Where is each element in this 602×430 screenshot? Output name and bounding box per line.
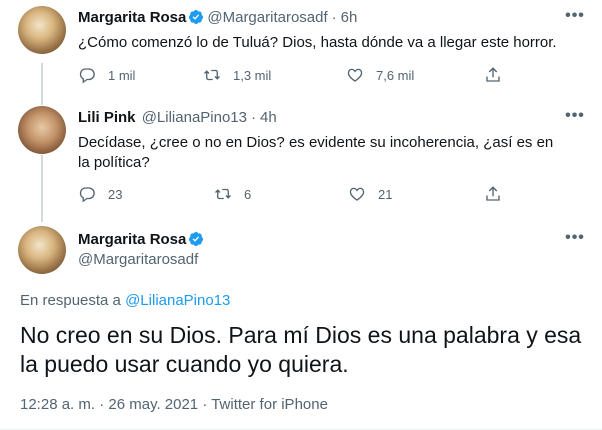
user-handle[interactable]: @Margaritarosadf — [207, 9, 327, 26]
separator-dot: · — [331, 9, 337, 26]
share-icon — [486, 67, 500, 82]
like-button[interactable]: 7,6 mil — [346, 66, 414, 84]
verified-badge-icon — [189, 10, 204, 24]
user-handle[interactable]: @Margaritarosadf — [78, 251, 198, 268]
tweet-header: Margarita Rosa — [78, 230, 207, 250]
display-name[interactable]: Margarita Rosa — [78, 231, 186, 248]
reply-count: 1 mil — [108, 67, 136, 83]
tweet-header: Margarita Rosa @Margaritarosadf · 6h — [78, 8, 357, 28]
like-count: 21 — [378, 186, 393, 202]
display-name[interactable]: Margarita Rosa — [78, 9, 186, 26]
tweet-actions: 23 6 21 — [78, 185, 578, 205]
more-options-icon[interactable]: ••• — [565, 108, 585, 130]
heart-icon — [349, 187, 365, 201]
retweet-button[interactable]: 1,3 mil — [203, 66, 271, 84]
heart-icon — [347, 68, 363, 82]
more-options-icon[interactable]: ••• — [565, 8, 585, 30]
tweet-timestamp[interactable]: 12:28 a. m. · 26 may. 2021 · Twitter for… — [20, 396, 328, 413]
separator-dot: · — [251, 109, 256, 126]
retweet-button[interactable]: 6 — [214, 185, 251, 203]
reply-handle-link[interactable]: @LilianaPino13 — [125, 292, 230, 309]
tweet-lili-reply[interactable]: Lili Pink @LilianaPino13 · 4h ••• Decídase… — [0, 100, 602, 218]
verified-badge-icon — [189, 232, 204, 246]
retweet-count: 6 — [244, 186, 252, 202]
avatar[interactable] — [18, 106, 66, 154]
display-name[interactable]: Lili Pink — [78, 109, 136, 126]
reply-context: En respuesta a @LilianaPino13 — [20, 292, 230, 309]
avatar[interactable] — [18, 226, 66, 274]
like-count: 7,6 mil — [376, 67, 415, 83]
user-handle[interactable]: @LilianaPino13 — [142, 109, 247, 126]
reply-prefix: En respuesta a — [20, 292, 121, 309]
reply-button[interactable]: 23 — [78, 185, 122, 203]
tweet-header: Lili Pink @LilianaPino13 · 4h — [78, 108, 277, 128]
share-button[interactable] — [484, 66, 514, 84]
tweet-text: Decídase, ¿cree o no en Dios? es evident… — [78, 134, 554, 171]
retweet-count: 1,3 mil — [233, 67, 272, 83]
user-handle-line: @Margaritarosadf — [78, 250, 198, 270]
reply-count: 23 — [108, 186, 123, 202]
reply-icon — [79, 68, 95, 84]
tweet-actions: 1 mil 1,3 mil 7,6 mil — [78, 66, 578, 86]
tweet-time[interactable]: 6h — [341, 9, 358, 26]
retweet-icon — [215, 188, 231, 200]
reply-icon — [79, 187, 95, 203]
retweet-icon — [204, 69, 220, 81]
reply-button[interactable]: 1 mil — [78, 66, 135, 84]
more-options-icon[interactable]: ••• — [565, 230, 585, 252]
tweet-margarita-original[interactable]: Margarita Rosa @Margaritarosadf · 6h ••• ¿C… — [0, 0, 602, 100]
tweet-text: ¿Cómo comenzó lo de Tuluá? Dios, hasta d… — [78, 34, 557, 51]
avatar[interactable] — [18, 6, 66, 54]
tweet-time[interactable]: 4h — [260, 109, 277, 126]
share-button[interactable] — [484, 185, 514, 203]
share-icon — [486, 186, 500, 201]
focused-tweet-text: No creo en su Dios. Para mí Dios es una … — [20, 322, 582, 377]
like-button[interactable]: 21 — [348, 185, 392, 203]
